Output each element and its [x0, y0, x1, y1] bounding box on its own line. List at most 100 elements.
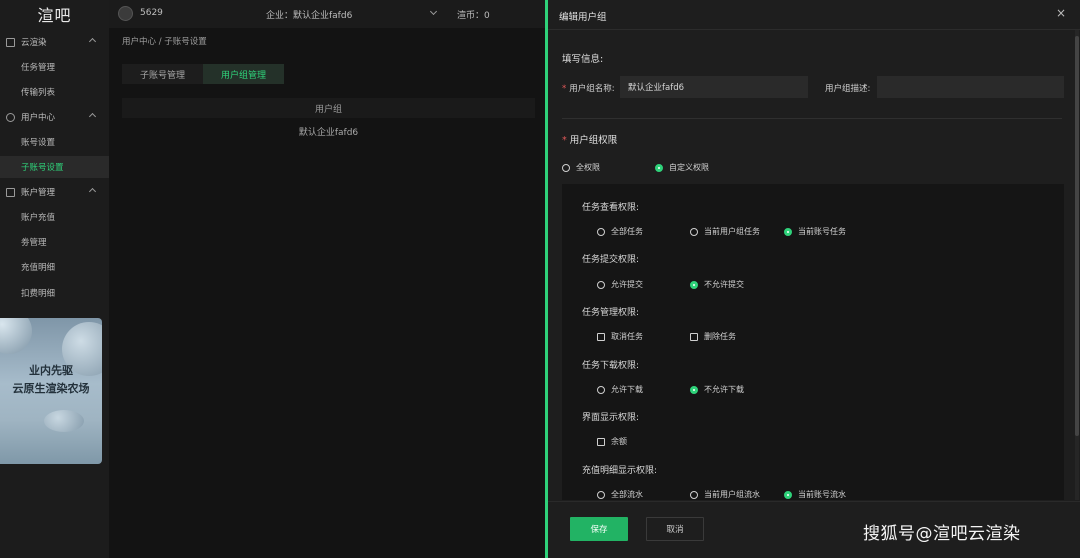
- drawer-footer: 保存 取消 搜狐号@渲吧云渲染: [548, 501, 1080, 558]
- perm-title-task-view: 任务查看权限:: [582, 203, 640, 213]
- sidebar-item-transfer-list[interactable]: 传输列表: [0, 81, 109, 103]
- option-label: 当前账号流水: [798, 490, 846, 499]
- nav-group-label: 账户管理: [21, 188, 56, 198]
- avatar[interactable]: [118, 6, 133, 21]
- main-content: 用户中心 / 子账号设置 子账号管理 用户组管理 用户组 默认企业fafd6: [109, 28, 545, 558]
- grid-icon: [6, 187, 15, 197]
- option-label: 允许下载: [611, 385, 643, 394]
- group-desc-input[interactable]: [877, 76, 1064, 98]
- radio-checked-icon[interactable]: [655, 163, 663, 172]
- option-all-tasks[interactable]: 全部任务: [597, 226, 643, 237]
- perm-mode-custom[interactable]: 自定义权限: [655, 162, 709, 173]
- nav-group-account-management[interactable]: 账户管理: [0, 181, 109, 203]
- nav-group-cloud-render[interactable]: 云渲染: [0, 31, 109, 53]
- option-group-tasks[interactable]: 当前用户组任务: [690, 226, 760, 237]
- section-divider: [562, 118, 1062, 119]
- perm-title-task-submit: 任务提交权限:: [582, 255, 640, 265]
- option-account-tasks[interactable]: 当前账号任务: [784, 226, 846, 237]
- option-label: 允许提交: [611, 280, 643, 289]
- sidebar-item-deduction-details[interactable]: 扣费明细: [0, 282, 109, 304]
- radio-checked-icon[interactable]: [690, 385, 698, 394]
- perm-mode-full[interactable]: 全权限: [562, 162, 600, 173]
- sidebar-item-recharge[interactable]: 账户充值: [0, 206, 109, 228]
- option-label: 不允许提交: [704, 280, 744, 289]
- chevron-up-icon: [88, 37, 97, 46]
- chevron-down-icon[interactable]: [429, 7, 438, 16]
- chevron-up-icon: [88, 187, 97, 196]
- sidebar-item-task-management[interactable]: 任务管理: [0, 56, 109, 78]
- option-label: 当前用户组任务: [704, 227, 760, 236]
- option-all-records[interactable]: 全部流水: [597, 489, 643, 500]
- checkbox-icon[interactable]: [597, 437, 605, 446]
- option-allow-submit[interactable]: 允许提交: [597, 279, 643, 290]
- checkbox-icon[interactable]: [597, 332, 605, 341]
- bubble-graphic: [44, 410, 84, 432]
- perm-section-label-text: 用户组权限: [569, 135, 618, 146]
- sidebar-item-recharge-details[interactable]: 充值明细: [0, 256, 109, 278]
- option-deny-submit[interactable]: 不允许提交: [690, 279, 744, 290]
- company-selector[interactable]: 企业：默认企业fafd6: [266, 8, 352, 21]
- option-deny-download[interactable]: 不允许下载: [690, 384, 744, 395]
- radio-checked-icon[interactable]: [784, 490, 792, 499]
- radio-checked-icon[interactable]: [690, 280, 698, 289]
- option-show-balance[interactable]: 余额: [597, 436, 627, 447]
- radio-icon[interactable]: [597, 227, 605, 236]
- option-label: 全部流水: [611, 490, 643, 499]
- nav-group-label: 云渲染: [21, 38, 47, 48]
- permissions-panel: 任务查看权限: 全部任务 当前用户组任务 当前账号任务 任务提交权限: 允许提交…: [562, 184, 1064, 500]
- option-label: 当前账号任务: [798, 227, 846, 236]
- tab-subaccount-management[interactable]: 子账号管理: [122, 64, 204, 84]
- perm-title-task-manage: 任务管理权限:: [582, 308, 640, 318]
- bubble-graphic: [0, 318, 32, 354]
- radio-icon[interactable]: [562, 163, 570, 172]
- option-group-records[interactable]: 当前用户组流水: [690, 489, 760, 500]
- app-root: 渲吧 云渲染 任务管理 传输列表 用户中心 账号设置 子账号设置 账户管理 账户…: [0, 0, 1080, 558]
- sidebar-item-subaccount-settings[interactable]: 子账号设置: [0, 156, 109, 178]
- scrollbar-thumb[interactable]: [1075, 36, 1079, 436]
- option-label: 删除任务: [704, 332, 736, 341]
- nav-group-user-center[interactable]: 用户中心: [0, 106, 109, 128]
- sidebar-item-coupons[interactable]: 劵管理: [0, 231, 109, 253]
- group-name-input[interactable]: [620, 76, 808, 98]
- option-account-records[interactable]: 当前账号流水: [784, 489, 846, 500]
- option-label: 全部任务: [611, 227, 643, 236]
- tab-group-management[interactable]: 用户组管理: [203, 64, 285, 84]
- perm-title-ui-display: 界面显示权限:: [582, 413, 640, 423]
- group-name-label: * 用户组名称:: [562, 82, 615, 94]
- required-mark: *: [562, 135, 567, 146]
- radio-icon[interactable]: [597, 280, 605, 289]
- promo-banner[interactable]: 业内先驱 云原生渲染农场: [0, 318, 102, 464]
- sidebar: 渲吧 云渲染 任务管理 传输列表 用户中心 账号设置 子账号设置 账户管理 账户…: [0, 0, 109, 558]
- radio-icon[interactable]: [690, 227, 698, 236]
- balance: 渲币：0: [457, 11, 490, 21]
- image-icon: [6, 37, 15, 47]
- chevron-up-icon: [88, 112, 97, 121]
- option-label: 不允许下载: [704, 385, 744, 394]
- tab-bar: 子账号管理 用户组管理: [122, 64, 285, 84]
- option-allow-download[interactable]: 允许下载: [597, 384, 643, 395]
- promo-line-1: 业内先驱: [29, 364, 73, 377]
- user-icon: [6, 112, 15, 122]
- option-delete-task[interactable]: 删除任务: [690, 331, 736, 342]
- perm-section-label: * 用户组权限: [562, 132, 617, 146]
- radio-icon[interactable]: [597, 490, 605, 499]
- perm-title-recharge-detail: 充值明细显示权限:: [582, 466, 658, 476]
- scrollbar[interactable]: [1075, 30, 1079, 500]
- save-button[interactable]: 保存: [570, 517, 628, 541]
- table-header: 用户组: [122, 98, 535, 118]
- option-label: 取消任务: [611, 332, 643, 341]
- cancel-button[interactable]: 取消: [646, 517, 704, 541]
- option-label: 当前用户组流水: [704, 490, 760, 499]
- radio-icon[interactable]: [597, 385, 605, 394]
- radio-icon[interactable]: [690, 490, 698, 499]
- sidebar-item-account-settings[interactable]: 账号设置: [0, 131, 109, 153]
- radio-checked-icon[interactable]: [784, 227, 792, 236]
- table-row[interactable]: 默认企业fafd6: [122, 122, 535, 140]
- watermark: 搜狐号@渲吧云渲染: [863, 524, 1021, 544]
- option-label: 全权限: [576, 163, 600, 172]
- option-cancel-task[interactable]: 取消任务: [597, 331, 643, 342]
- info-section-label: 填写信息:: [562, 54, 604, 65]
- checkbox-icon[interactable]: [690, 332, 698, 341]
- option-label: 自定义权限: [669, 163, 709, 172]
- close-icon[interactable]: ×: [1056, 6, 1066, 20]
